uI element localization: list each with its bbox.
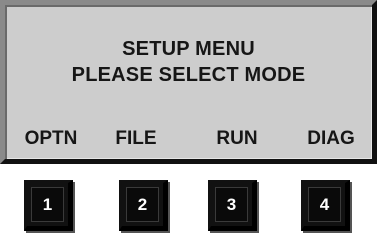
- key-3-label: 3: [226, 194, 237, 214]
- key-2-label: 2: [137, 194, 148, 214]
- key-4-label: 4: [319, 194, 330, 214]
- menu-title: SETUP MENU: [122, 38, 255, 60]
- key-4-button[interactable]: 4: [301, 180, 350, 231]
- key-3-button[interactable]: 3: [208, 180, 257, 231]
- lcd-display: SETUP MENU PLEASE SELECT MODE OPTN FILE …: [0, 0, 377, 164]
- key-1-label: 1: [42, 194, 53, 214]
- softkey-label-file: FILE: [115, 128, 157, 149]
- softkey-label-diag: DIAG: [307, 128, 355, 149]
- key-2-button[interactable]: 2: [119, 180, 168, 231]
- menu-prompt: PLEASE SELECT MODE: [71, 64, 306, 86]
- softkey-label-optn: OPTN: [24, 128, 78, 149]
- key-1-button[interactable]: 1: [24, 180, 73, 231]
- softkey-label-run: RUN: [216, 128, 258, 149]
